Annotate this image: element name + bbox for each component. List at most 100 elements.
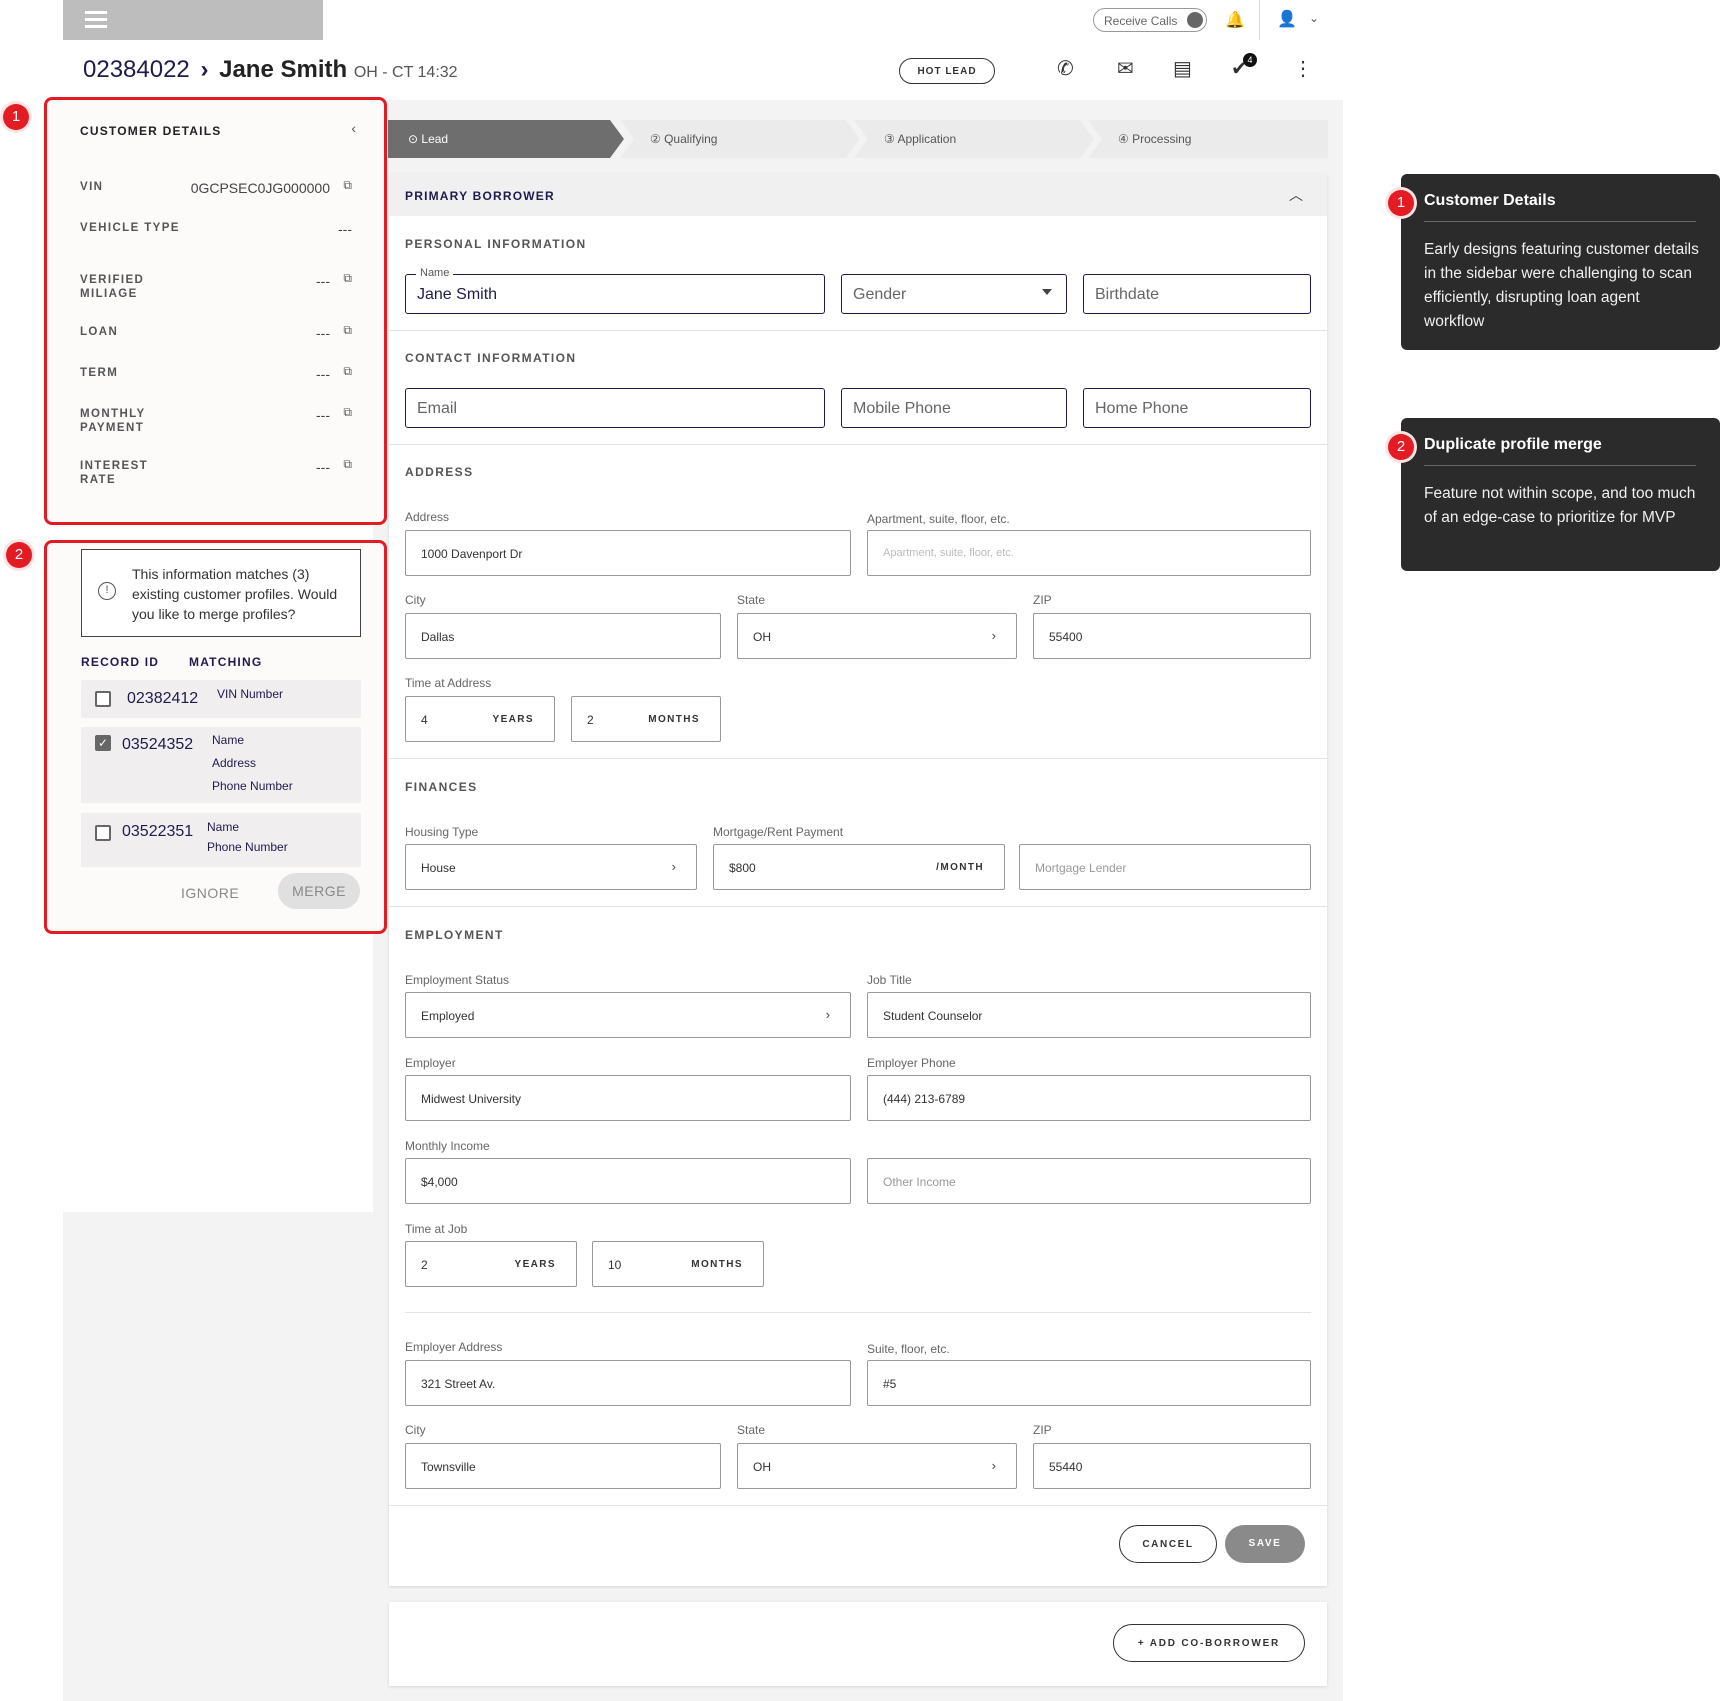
merge-button[interactable]: MERGE <box>278 873 360 909</box>
copy-icon[interactable]: ⧉ <box>343 323 352 338</box>
mail-icon[interactable]: ✉ <box>1117 56 1134 81</box>
receive-calls-toggle[interactable]: Receive Calls <box>1093 8 1207 32</box>
detail-value: 0GCPSEC0JG000000 <box>190 180 330 196</box>
apt-input[interactable]: Apartment, suite, floor, etc. <box>867 530 1311 576</box>
menu-button[interactable] <box>63 0 323 40</box>
divider <box>405 1312 1311 1313</box>
other-income-input[interactable]: Other Income <box>867 1158 1311 1204</box>
chevron-down-icon[interactable]: ⌄ <box>1309 11 1319 25</box>
record-id[interactable]: 02384022 <box>83 56 190 83</box>
address-input[interactable]: 1000 Davenport Dr <box>405 530 851 576</box>
suite-input[interactable]: #5 <box>867 1360 1311 1406</box>
detail-value: --- <box>316 407 330 423</box>
mobile-phone-field[interactable]: Mobile Phone <box>841 388 1067 428</box>
divider <box>389 1505 1327 1506</box>
chevron-right-icon: › <box>671 859 676 874</box>
copy-icon[interactable]: ⧉ <box>343 457 352 472</box>
step-application[interactable]: ③ Application <box>854 120 1094 158</box>
chevron-up-icon[interactable]: ︿ <box>1289 185 1303 205</box>
detail-value: --- <box>338 221 352 237</box>
save-button[interactable]: SAVE <box>1225 1525 1305 1563</box>
step-lead[interactable]: ⊙ Lead <box>388 120 624 158</box>
matching-header: MATCHING <box>189 655 263 669</box>
payment-label: Mortgage/Rent Payment <box>713 825 844 839</box>
step-qualifying[interactable]: ② Qualifying <box>620 120 860 158</box>
employer-phone-input[interactable]: (444) 213-6789 <box>867 1075 1311 1121</box>
divider <box>389 444 1327 445</box>
employer-address-input[interactable]: 321 Street Av. <box>405 1360 851 1406</box>
add-co-borrower-button[interactable]: + ADD CO-BORROWER <box>1113 1624 1305 1662</box>
more-icon[interactable]: ⋮ <box>1293 56 1313 81</box>
state-select[interactable]: OH › <box>737 613 1017 659</box>
emp-city-input[interactable]: Townsville <box>405 1443 721 1489</box>
annotation-marker-2: 2 <box>6 542 32 568</box>
home-phone-field[interactable]: Home Phone <box>1083 388 1311 428</box>
merge-record-row[interactable]: 02382412 VIN Number <box>81 680 361 718</box>
copy-icon[interactable]: ⧉ <box>343 364 352 379</box>
job-title-label: Job Title <box>867 973 912 987</box>
hot-lead-badge[interactable]: HOT LEAD <box>899 58 995 84</box>
monthly-income-label: Monthly Income <box>405 1139 490 1153</box>
emp-zip-input[interactable]: 55440 <box>1033 1443 1311 1489</box>
birthdate-field[interactable]: Birthdate <box>1083 274 1311 314</box>
annotation-title: Customer Details <box>1424 192 1556 209</box>
address-label: Address <box>405 510 450 524</box>
phone-icon[interactable]: ✆ <box>1057 56 1074 81</box>
cancel-button[interactable]: CANCEL <box>1119 1525 1217 1563</box>
detail-row-vehicle-type: VEHICLE TYPE --- <box>80 221 360 237</box>
emp-city-label: City <box>405 1423 426 1437</box>
divider <box>1259 0 1260 40</box>
gender-select[interactable]: Gender <box>841 274 1067 314</box>
chat-icon[interactable]: ▤ <box>1173 56 1192 81</box>
annotation-card-1: 1 Customer Details Early designs featuri… <box>1388 174 1720 350</box>
suite-label: Suite, floor, etc. <box>867 1342 950 1356</box>
monthly-income-input[interactable]: $4,000 <box>405 1158 851 1204</box>
apt-label: Apartment, suite, floor, etc. <box>867 512 1010 526</box>
primary-borrower-header[interactable]: PRIMARY BORROWER ︿ <box>389 174 1327 216</box>
ignore-button[interactable]: IGNORE <box>181 885 239 901</box>
name-field[interactable]: Name Jane Smith <box>405 267 825 314</box>
bell-icon[interactable]: 🔔 <box>1225 10 1245 30</box>
customer-details-panel: CUSTOMER DETAILS ‹ VIN 0GCPSEC0JG000000 … <box>44 97 387 525</box>
years-input[interactable]: 4 YEARS <box>405 696 555 742</box>
breadcrumb: 02384022 › Jane Smith OH - CT 14:32 <box>83 56 458 84</box>
annotation-number: 2 <box>1388 434 1414 460</box>
finances-title: FINANCES <box>405 780 478 794</box>
copy-icon[interactable]: ⧉ <box>343 405 352 420</box>
step-label: Application <box>897 132 957 146</box>
city-input[interactable]: Dallas <box>405 613 721 659</box>
toggle-knob <box>1187 12 1203 28</box>
merge-record-row[interactable]: 03522351 Name Phone Number <box>81 813 361 867</box>
collapse-chevron-icon[interactable]: ‹ <box>351 120 356 136</box>
housing-type-select[interactable]: House › <box>405 844 697 890</box>
step-processing[interactable]: ④ Processing <box>1088 120 1328 158</box>
merge-record-row[interactable]: ✓ 03524352 Name Address Phone Number <box>81 727 361 803</box>
zip-input[interactable]: 55400 <box>1033 613 1311 659</box>
job-months-input[interactable]: 10 MONTHS <box>592 1241 764 1287</box>
employment-status-select[interactable]: Employed › <box>405 992 851 1038</box>
chevron-right-icon: › <box>991 1458 996 1473</box>
user-icon[interactable]: 👤 <box>1277 9 1297 29</box>
step-label: Lead <box>421 132 449 146</box>
copy-icon[interactable]: ⧉ <box>343 178 352 193</box>
mortgage-lender-input[interactable]: Mortgage Lender <box>1019 844 1311 890</box>
record-checkbox-checked[interactable]: ✓ <box>95 735 111 751</box>
match-field: Address <box>212 756 257 770</box>
record-id: 03524352 <box>122 736 194 753</box>
copy-icon[interactable]: ⧉ <box>343 271 352 286</box>
payment-input[interactable]: $800 /MONTH <box>713 844 1005 890</box>
detail-row-vin: VIN 0GCPSEC0JG000000 ⧉ <box>80 178 360 196</box>
top-bar: Receive Calls 🔔 👤 ⌄ <box>63 0 1343 40</box>
gender-placeholder: Gender <box>853 286 907 303</box>
emp-state-select[interactable]: OH › <box>737 1443 1017 1489</box>
record-checkbox[interactable] <box>95 691 111 707</box>
email-field[interactable]: Email <box>405 388 825 428</box>
record-checkbox[interactable] <box>95 825 111 841</box>
years-value: 4 <box>421 713 428 727</box>
detail-label: LOAN <box>80 326 119 338</box>
employer-input[interactable]: Midwest University <box>405 1075 851 1121</box>
job-title-input[interactable]: Student Counselor <box>867 992 1311 1038</box>
months-input[interactable]: 2 MONTHS <box>571 696 721 742</box>
job-years-input[interactable]: 2 YEARS <box>405 1241 577 1287</box>
emp-state-label: State <box>737 1423 766 1437</box>
